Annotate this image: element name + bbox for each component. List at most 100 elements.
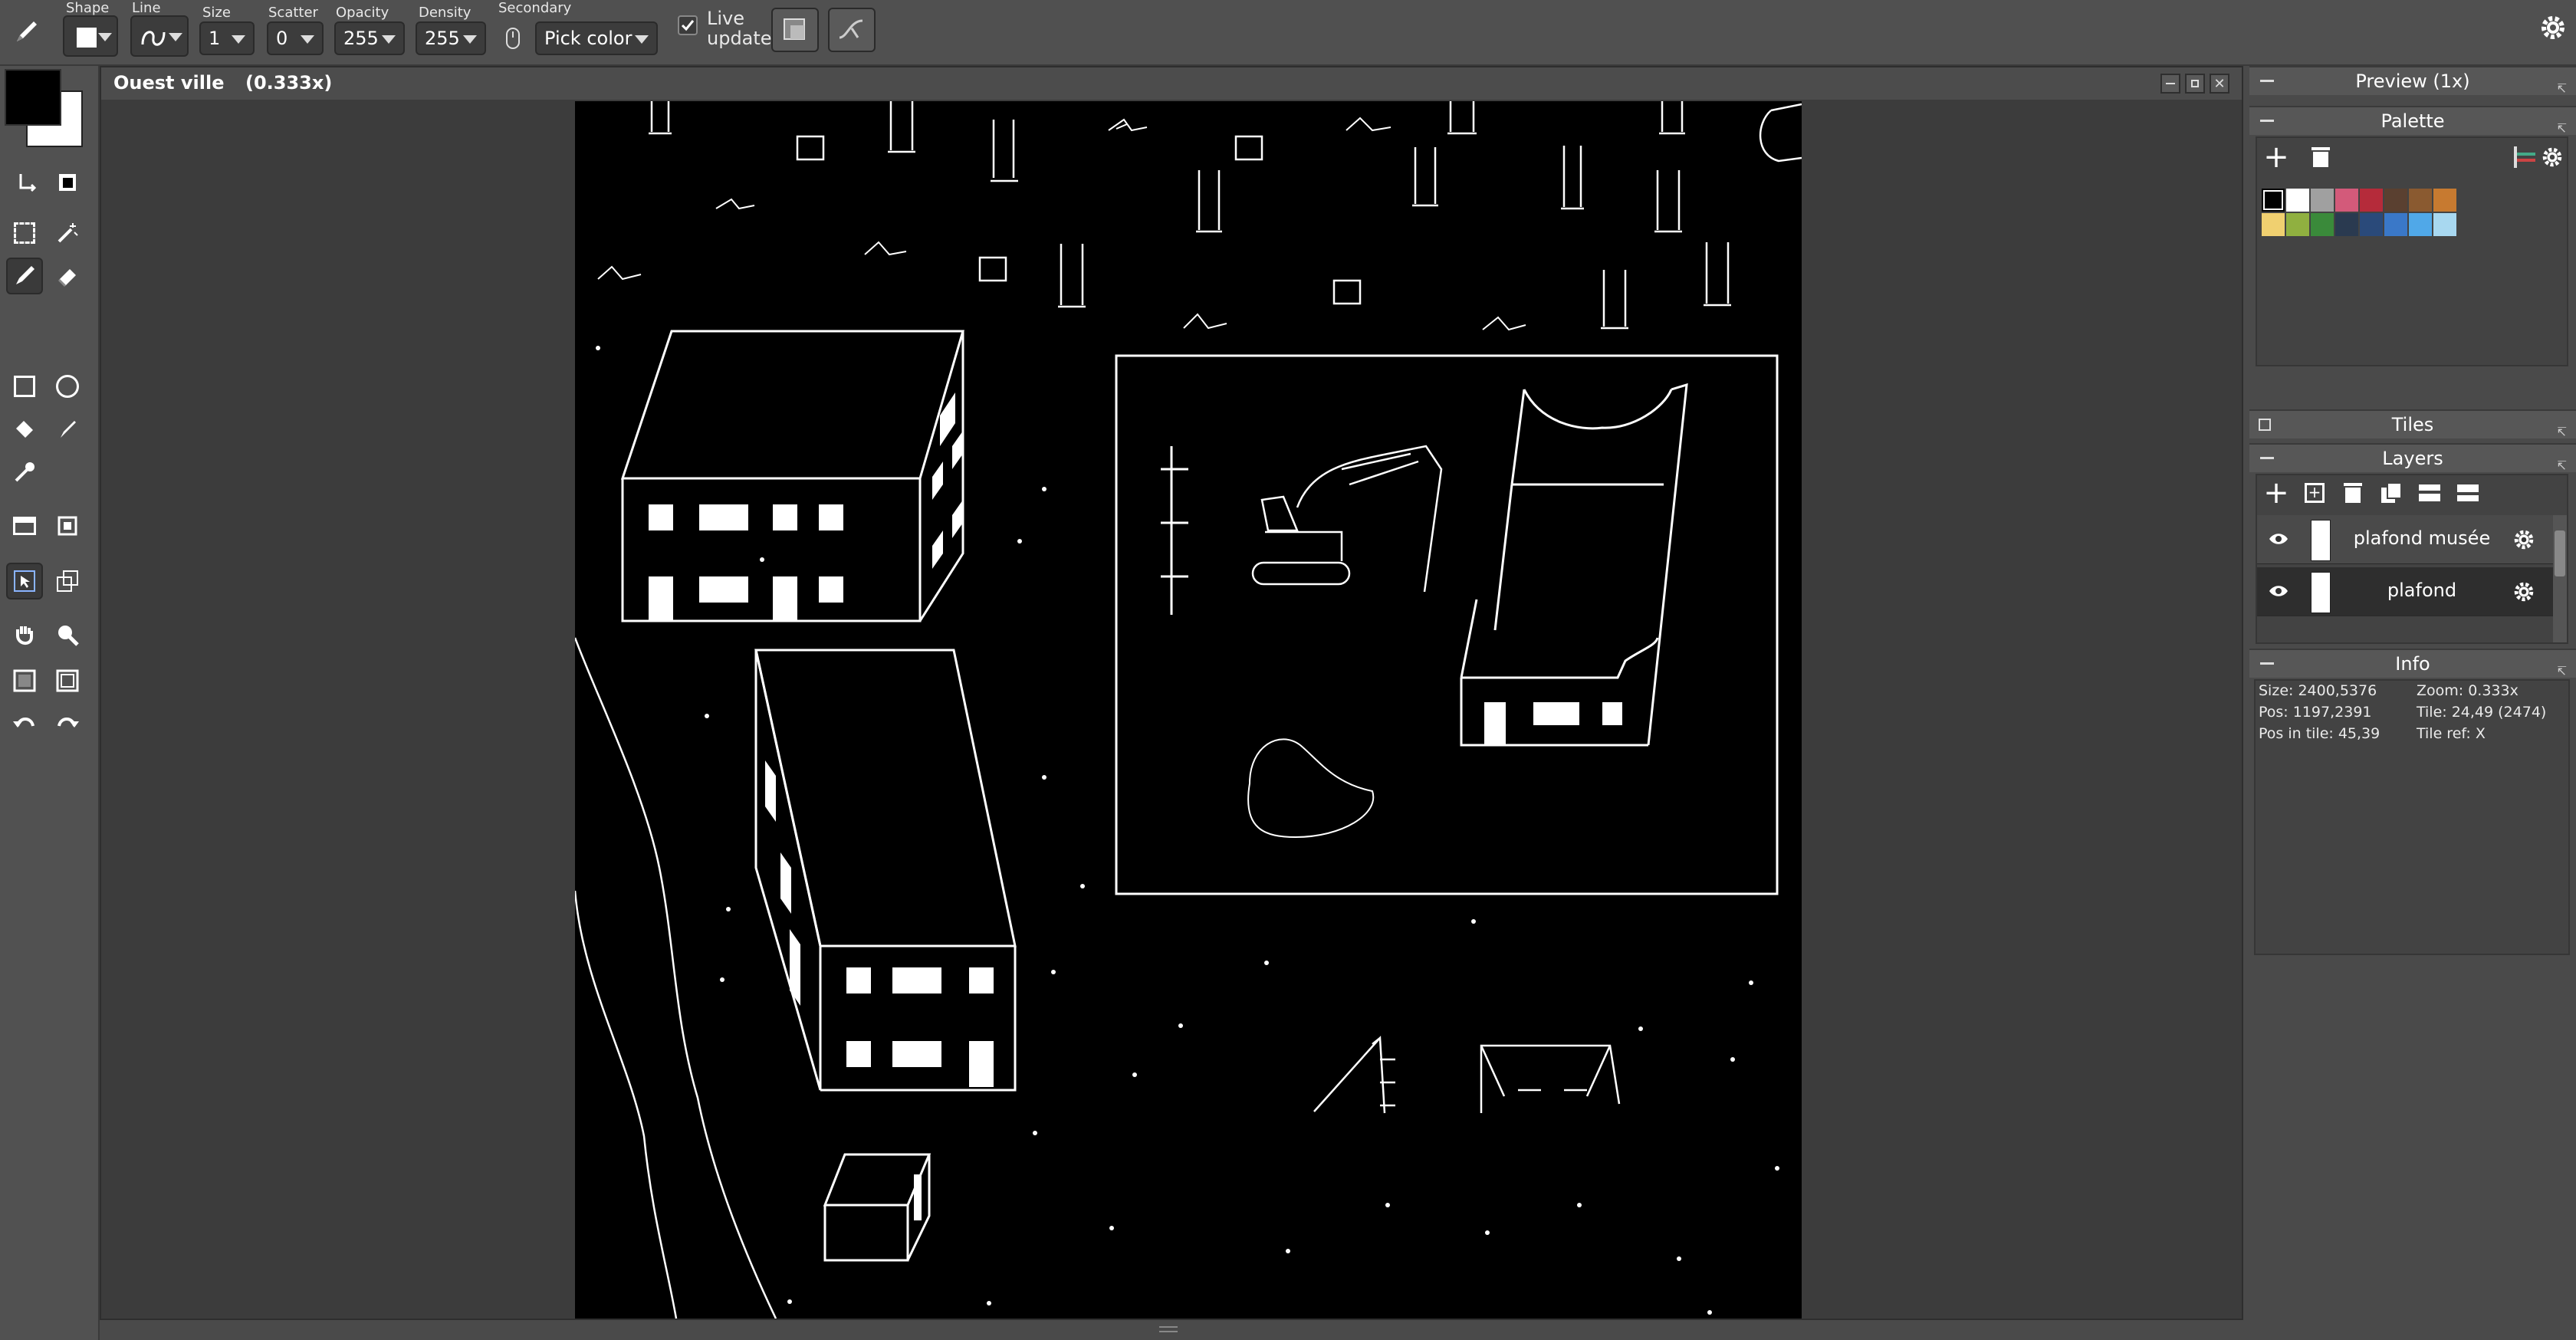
opacity-select[interactable]: 255: [334, 21, 405, 55]
palette-swatch[interactable]: [2384, 189, 2407, 212]
opacity-label: Opacity: [336, 5, 389, 21]
merge-down-icon[interactable]: [2413, 477, 2446, 509]
info-tile: Tile: 24,49 (2474): [2417, 704, 2547, 721]
layer-row[interactable]: plafond: [2257, 567, 2553, 616]
zoom-icon[interactable]: [49, 616, 86, 653]
palette-swatch[interactable]: [2335, 189, 2358, 212]
horizontal-scrollbar[interactable]: [100, 1320, 2243, 1340]
curve-line-icon: [141, 31, 166, 46]
eraser-icon[interactable]: [49, 258, 86, 294]
delete-layer-icon[interactable]: [2337, 477, 2369, 509]
eye-icon[interactable]: [2268, 530, 2289, 547]
palette-title: Palette: [2380, 110, 2445, 132]
palette-swatch[interactable]: [2433, 213, 2456, 236]
close-button[interactable]: ✕: [2210, 74, 2229, 94]
add-color-icon[interactable]: +: [2260, 141, 2292, 173]
size-select[interactable]: 1: [199, 21, 255, 55]
move-selection-icon[interactable]: [6, 563, 43, 599]
size-value: 1: [209, 28, 221, 49]
brush-icon[interactable]: [49, 411, 86, 448]
settings-gear-icon[interactable]: [2536, 11, 2570, 44]
transform-tool-icon[interactable]: [49, 507, 86, 544]
palette-panel: +: [2256, 136, 2568, 366]
live-update-label-line2: update: [707, 28, 772, 49]
palette-swatch[interactable]: [2286, 189, 2309, 212]
toolbox: [0, 66, 100, 1340]
line-select[interactable]: [130, 15, 189, 57]
magic-wand-icon[interactable]: [49, 215, 86, 251]
reset-colors-icon[interactable]: [49, 164, 86, 201]
redo-icon[interactable]: [49, 705, 86, 742]
swap-colors-icon[interactable]: [9, 164, 46, 201]
palette-swatch[interactable]: [2311, 189, 2334, 212]
info-panel: Size: 2400,5376 Zoom: 0.333x Pos: 1197,2…: [2254, 679, 2570, 955]
pencil-icon[interactable]: [11, 17, 41, 48]
color-picker-icon[interactable]: [6, 454, 43, 491]
duplicate-layer-icon[interactable]: [2375, 477, 2407, 509]
palette-swatch[interactable]: [2409, 189, 2432, 212]
layer-row[interactable]: plafond musée: [2257, 515, 2553, 564]
curve-tool-button[interactable]: [828, 8, 876, 52]
layers-scrollbar[interactable]: [2553, 515, 2567, 642]
palette-swatch[interactable]: [2311, 213, 2334, 236]
swing-set: [1480, 1044, 1621, 1113]
float-panel-icon[interactable]: ↸: [2557, 75, 2567, 103]
layer-name: plafond musée: [2353, 527, 2491, 549]
palette-settings-gear-icon[interactable]: [2536, 141, 2568, 173]
flatten-icon[interactable]: [2452, 477, 2484, 509]
secondary-value: Pick color: [544, 28, 632, 49]
restore-button[interactable]: [2185, 74, 2205, 94]
fill-bucket-icon[interactable]: [6, 411, 43, 448]
curve-tool-icon: [839, 19, 863, 39]
blend-mode-button[interactable]: [771, 8, 819, 52]
palette-swatch[interactable]: [2262, 189, 2285, 212]
eye-icon[interactable]: [2268, 583, 2289, 599]
construction-fence: [1161, 446, 1188, 615]
ellipse-tool-icon[interactable]: [49, 368, 86, 405]
layer-settings-gear-icon[interactable]: [2510, 526, 2538, 553]
gradient-tool-icon[interactable]: [6, 507, 43, 544]
palette-swatch[interactable]: [2262, 213, 2285, 236]
palette-swatch[interactable]: [2409, 213, 2432, 236]
live-update-checkbox[interactable]: [678, 15, 698, 35]
layer-settings-gear-icon[interactable]: [2510, 578, 2538, 606]
info-pos-in-tile: Pos in tile: 45,39: [2259, 725, 2380, 742]
palette-swatch[interactable]: [2384, 213, 2407, 236]
trunks: [649, 101, 1802, 330]
add-layer-icon[interactable]: +: [2260, 477, 2292, 509]
pencil-tool-icon[interactable]: [6, 258, 43, 294]
palette-swatch[interactable]: [2360, 213, 2383, 236]
palette-swatch[interactable]: [2286, 213, 2309, 236]
palette-swatch[interactable]: [2433, 189, 2456, 212]
shape-select[interactable]: [63, 15, 118, 57]
density-select[interactable]: 255: [416, 21, 486, 55]
preview-title: Preview (1x): [2355, 71, 2470, 92]
tiles-panel-header[interactable]: Tiles ↸: [2249, 409, 2576, 439]
undo-icon[interactable]: [6, 705, 43, 742]
slide: [1313, 1035, 1395, 1114]
move-layer-icon[interactable]: [49, 563, 86, 599]
frame-view-icon[interactable]: [49, 662, 86, 699]
trash-icon[interactable]: [2305, 141, 2337, 173]
info-panel-header[interactable]: Info ↸: [2249, 649, 2576, 678]
rect-select-icon[interactable]: [6, 215, 43, 251]
info-tile-ref: Tile ref: X: [2417, 725, 2486, 742]
scatter-select[interactable]: 0: [267, 21, 324, 55]
document-titlebar[interactable]: Ouest ville (0.333x) ✕: [101, 67, 2242, 100]
palette-panel-header[interactable]: Palette ↸: [2249, 106, 2576, 136]
hand-pan-icon[interactable]: [6, 616, 43, 653]
layers-panel-header[interactable]: Layers ↸: [2249, 443, 2576, 473]
float-panel-icon[interactable]: ↸: [2557, 419, 2567, 446]
canvas-artwork: [573, 101, 1802, 1319]
secondary-select[interactable]: Pick color: [535, 21, 658, 55]
minimize-button[interactable]: [2160, 74, 2180, 94]
palette-swatch[interactable]: [2335, 213, 2358, 236]
line-label: Line: [132, 0, 161, 16]
preview-panel-header[interactable]: Preview (1x) ↸: [2249, 66, 2576, 96]
palette-swatch[interactable]: [2360, 189, 2383, 212]
drawing-canvas[interactable]: [573, 101, 1802, 1319]
add-layer-copy-icon[interactable]: +: [2298, 477, 2331, 509]
grid-view-icon[interactable]: [6, 662, 43, 699]
excavator: [1251, 445, 1443, 593]
rectangle-tool-icon[interactable]: [6, 368, 43, 405]
